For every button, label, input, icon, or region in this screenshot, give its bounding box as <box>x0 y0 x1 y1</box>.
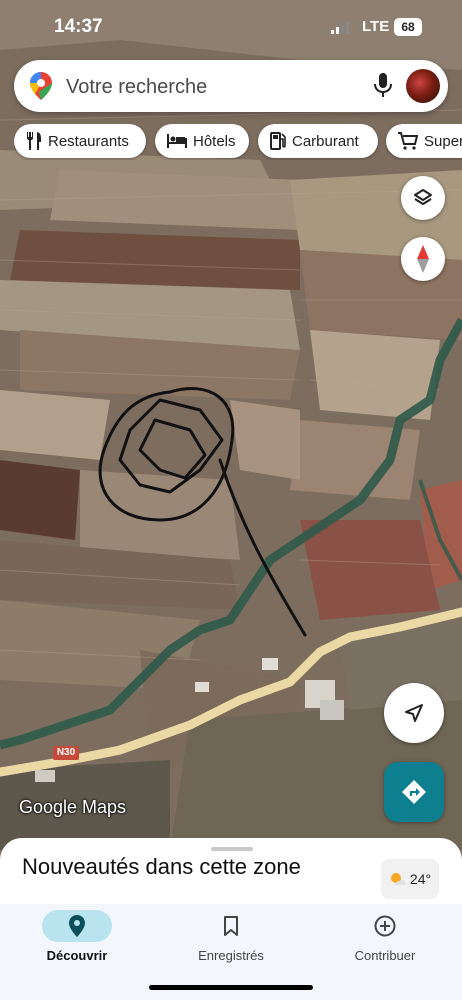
nav-explore[interactable]: Découvrir <box>0 904 154 974</box>
nav-saved[interactable]: Enregistrés <box>154 904 308 974</box>
nav-explore-icon-wrap <box>42 910 112 942</box>
chip-restaurants[interactable]: Restaurants <box>14 124 146 158</box>
road-label: N30 <box>53 746 79 760</box>
plus-circle-icon <box>374 915 396 937</box>
google-maps-pin-icon <box>30 72 52 100</box>
chip-label: Hôtels <box>193 132 236 150</box>
chip-label: Restaurants <box>48 132 129 150</box>
microphone-icon[interactable] <box>374 73 392 99</box>
nav-label: Contribuer <box>354 948 416 963</box>
weather-badge[interactable]: 24° <box>381 859 439 899</box>
directions-icon <box>402 780 426 804</box>
my-location-button[interactable] <box>384 683 444 743</box>
search-input[interactable] <box>64 68 358 106</box>
category-chips: Restaurants Hôtels Carburant Super <box>14 124 462 160</box>
nav-label: Découvrir <box>46 948 108 963</box>
compass-button[interactable] <box>401 237 445 281</box>
google-maps-attribution: Google Maps <box>19 797 127 817</box>
fork-knife-icon <box>27 132 41 150</box>
status-time: 14:37 <box>54 16 103 37</box>
avatar[interactable] <box>406 69 440 103</box>
shopping-cart-icon <box>398 132 418 150</box>
network-type: LTE <box>362 18 390 35</box>
fuel-pump-icon <box>270 132 286 150</box>
compass-icon <box>417 245 429 273</box>
chip-supermarket[interactable]: Super <box>386 124 462 158</box>
nav-saved-icon-wrap <box>196 910 266 942</box>
chip-hotels[interactable]: Hôtels <box>155 124 249 158</box>
bed-icon <box>167 134 187 148</box>
chip-fuel[interactable]: Carburant <box>258 124 378 158</box>
home-indicator[interactable] <box>149 985 313 990</box>
battery-icon: 68 <box>394 18 422 36</box>
search-bar[interactable] <box>14 60 448 112</box>
chip-label: Carburant <box>292 132 359 150</box>
nav-contribute-icon-wrap <box>350 910 420 942</box>
nav-label: Enregistrés <box>198 948 264 963</box>
chip-label: Super <box>424 132 462 150</box>
status-bar: 14:37 LTE 68 <box>0 14 462 42</box>
directions-button[interactable] <box>384 762 444 822</box>
drag-handle[interactable] <box>211 847 253 851</box>
bookmark-icon <box>224 916 238 936</box>
nav-contribute[interactable]: Contribuer <box>308 904 462 974</box>
partly-sunny-icon <box>390 873 406 885</box>
location-pin-icon <box>69 915 85 937</box>
weather-temp: 24° <box>409 871 432 887</box>
signal-icon <box>331 22 349 34</box>
sheet-title: Nouveautés dans cette zone <box>22 854 301 879</box>
location-arrow-icon <box>405 704 423 722</box>
layers-button[interactable] <box>401 176 445 220</box>
layers-icon <box>414 189 432 205</box>
